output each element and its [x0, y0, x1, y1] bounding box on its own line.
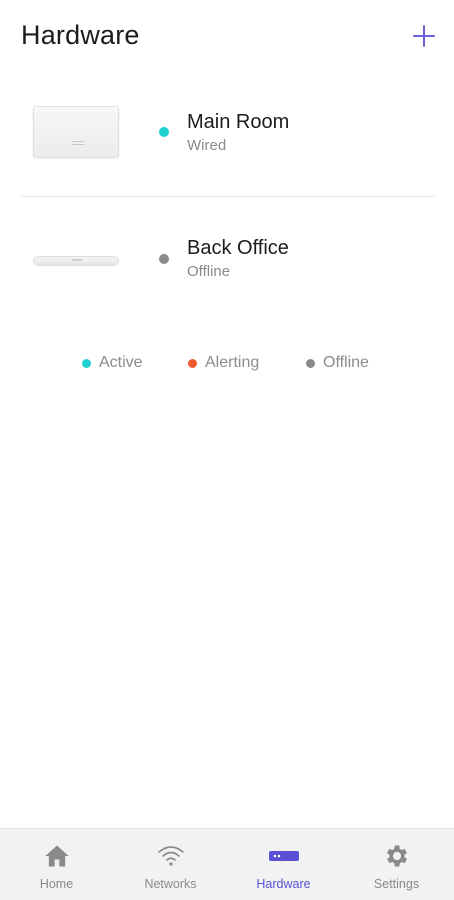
hardware-icon	[268, 851, 299, 861]
tab-settings[interactable]: Settings	[340, 829, 453, 900]
wall-router-image	[33, 106, 119, 158]
legend-item-offline: Offline	[306, 352, 369, 374]
device-name: Main Room	[187, 111, 290, 133]
status-dot-offline	[159, 254, 169, 264]
add-device-button[interactable]	[408, 20, 440, 52]
legend-label: Offline	[323, 354, 369, 371]
legend-item-active: Active	[82, 352, 143, 374]
legend-label: Alerting	[205, 354, 260, 371]
tab-networks[interactable]: Networks	[114, 829, 227, 900]
legend-item-alerting: Alerting	[188, 352, 259, 374]
device-name: Back Office	[187, 237, 289, 259]
tab-label: Networks	[144, 877, 197, 891]
device-row-back-office[interactable]: Back Office Offline	[0, 204, 454, 314]
tab-home[interactable]: Home	[0, 829, 113, 900]
device-connection: Wired	[187, 137, 227, 154]
gear-icon	[386, 845, 407, 867]
divider	[21, 196, 435, 197]
alerting-dot	[188, 358, 197, 368]
home-icon	[44, 845, 69, 867]
status-dot-active	[159, 127, 169, 137]
device-connection: Offline	[187, 263, 231, 280]
flat-access-point-image	[33, 256, 119, 266]
bottom-tab-bar: Home Networks Hardware Settings	[0, 828, 454, 900]
active-dot	[82, 358, 91, 368]
offline-dot	[306, 358, 315, 368]
wifi-icon	[157, 846, 184, 866]
legend-label: Active	[99, 354, 143, 371]
status-legend: Active Alerting Offline	[0, 352, 454, 376]
tab-label: Home	[39, 877, 74, 891]
header: Hardware	[0, 0, 454, 80]
tab-label: Settings	[373, 877, 420, 891]
plus-icon	[413, 25, 435, 47]
tab-hardware[interactable]: Hardware	[227, 829, 340, 900]
tab-label: Hardware	[256, 877, 311, 891]
device-row-main-room[interactable]: Main Room Wired	[0, 80, 454, 190]
page-title: Hardware	[21, 20, 140, 50]
